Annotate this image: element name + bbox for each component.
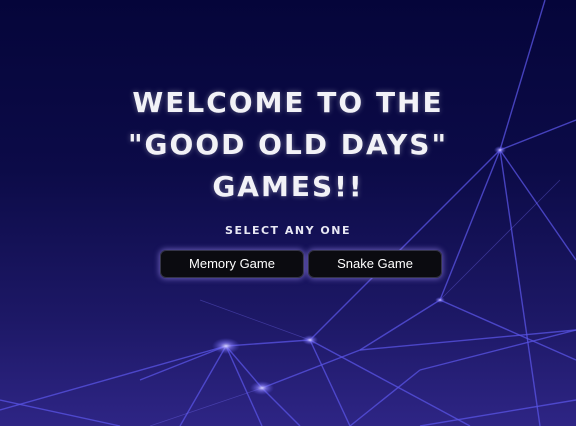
title-line-3: GAMES!! <box>212 170 364 203</box>
snake-game-button[interactable]: Snake Game <box>308 250 442 278</box>
title-line-1: WELCOME TO THE <box>132 86 444 119</box>
title-line-2: "GOOD OLD DAYS" <box>127 128 449 161</box>
memory-game-button[interactable]: Memory Game <box>160 250 304 278</box>
select-prompt: SELECT ANY ONE <box>225 224 351 237</box>
network-background <box>0 0 576 426</box>
page-title: WELCOME TO THE "GOOD OLD DAYS" GAMES!! <box>88 82 488 208</box>
